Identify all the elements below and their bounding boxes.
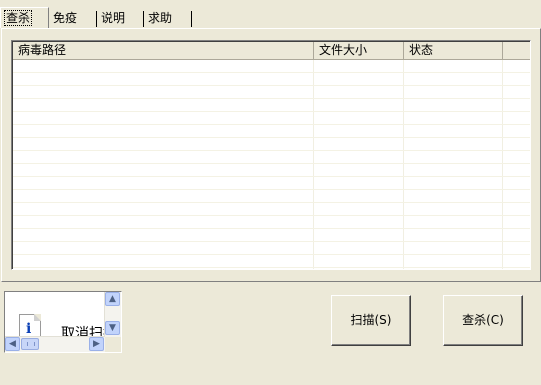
vertical-scrollbar[interactable]: ▲ ▼ bbox=[104, 292, 121, 337]
column-header-virus-path[interactable]: 病毒路径 bbox=[13, 42, 314, 59]
tab-bar: 查杀 免疫 说明 求助 bbox=[0, 7, 200, 28]
empty-list-row bbox=[13, 203, 530, 216]
empty-list-row bbox=[13, 177, 530, 190]
scrollbar-corner bbox=[105, 337, 121, 352]
empty-list-row bbox=[13, 73, 530, 86]
empty-list-row bbox=[13, 216, 530, 229]
column-header-status[interactable]: 状态 bbox=[404, 42, 503, 59]
list-header: 病毒路径 文件大小 状态 bbox=[13, 42, 530, 60]
tab-label: 免疫 bbox=[53, 11, 78, 25]
empty-list-row bbox=[13, 229, 530, 242]
scroll-left-icon[interactable]: ◀ bbox=[5, 337, 20, 351]
tab-scan-kill[interactable]: 查杀 bbox=[0, 7, 49, 28]
scroll-thumb[interactable] bbox=[21, 338, 39, 350]
kill-button[interactable]: 查杀(C) bbox=[443, 295, 523, 346]
empty-list-row bbox=[13, 125, 530, 138]
empty-list-row bbox=[13, 86, 530, 99]
empty-list-row bbox=[13, 190, 530, 203]
empty-list-row bbox=[13, 164, 530, 177]
virus-list[interactable]: 病毒路径 文件大小 状态 bbox=[11, 40, 531, 270]
scroll-up-icon[interactable]: ▲ bbox=[105, 292, 120, 306]
empty-list-row bbox=[13, 138, 530, 151]
horizontal-scrollbar[interactable]: ◀ ▶ bbox=[5, 336, 105, 352]
empty-list-row bbox=[13, 60, 530, 73]
list-body bbox=[13, 60, 530, 269]
empty-list-row bbox=[13, 99, 530, 112]
tab-immunize[interactable]: 免疫 bbox=[49, 9, 97, 27]
tab-label: 查杀 bbox=[3, 10, 33, 26]
tab-label: 说明 bbox=[101, 11, 126, 25]
scan-button[interactable]: 扫描(S) bbox=[331, 295, 411, 346]
column-header-file-size[interactable]: 文件大小 bbox=[314, 42, 404, 59]
empty-list-row bbox=[13, 255, 530, 268]
scroll-right-icon[interactable]: ▶ bbox=[89, 337, 104, 351]
tab-help[interactable]: 求助 bbox=[144, 9, 192, 27]
scroll-down-icon[interactable]: ▼ bbox=[105, 321, 120, 335]
tab-label: 求助 bbox=[148, 11, 173, 25]
empty-list-row bbox=[13, 242, 530, 255]
empty-list-row bbox=[13, 112, 530, 125]
empty-list-row bbox=[13, 151, 530, 164]
status-info-box: i 取消扫描 ▲ ▼ ◀ ▶ bbox=[4, 291, 122, 353]
tab-instructions[interactable]: 说明 bbox=[97, 9, 144, 27]
